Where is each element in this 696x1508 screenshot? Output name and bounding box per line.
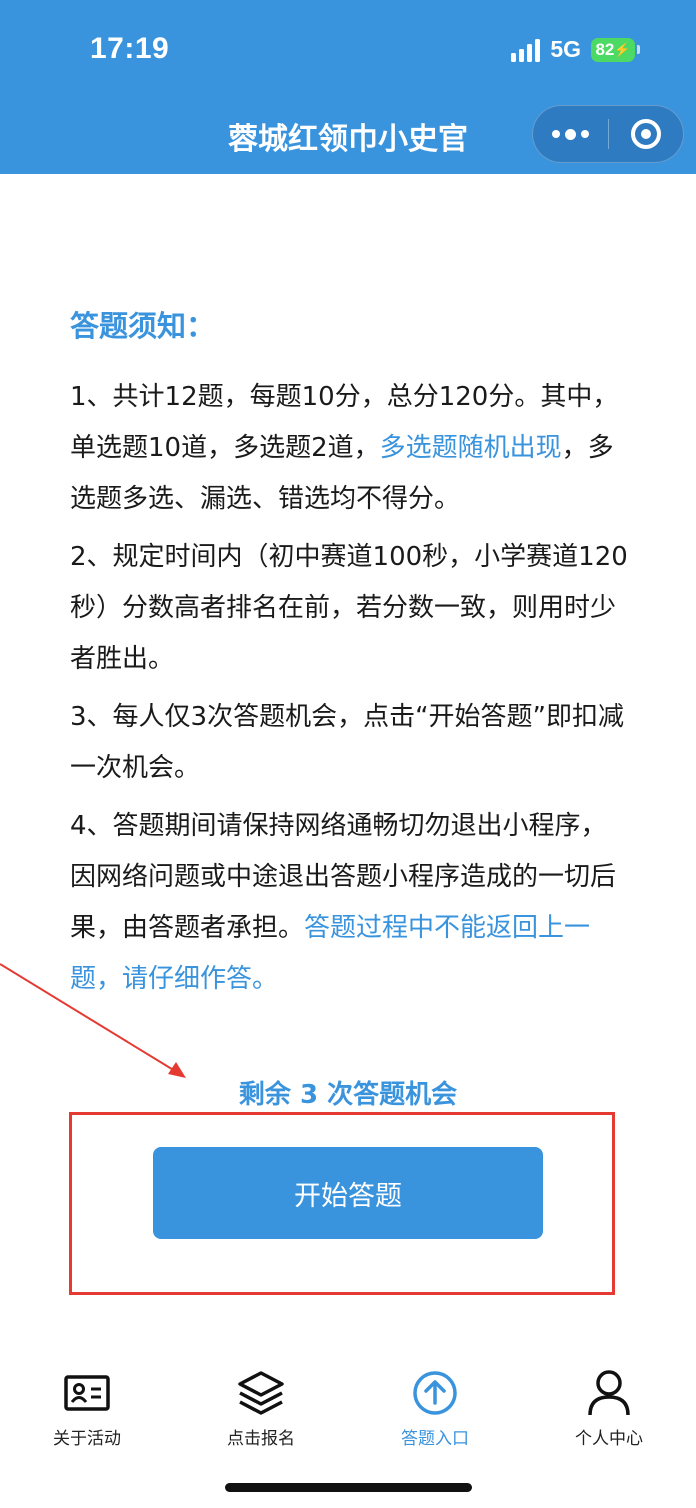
battery-level: 82	[595, 39, 615, 59]
close-button[interactable]	[609, 106, 683, 162]
tab-bar: 关于活动 点击报名 答题入口 个人中心	[0, 1360, 696, 1450]
dot-icon	[581, 130, 589, 138]
rules-list: 1、共计12题，每题10分，总分120分。其中，单选题10道，多选题2道，多选题…	[70, 372, 630, 1012]
battery-icon: 82 ⚡	[591, 37, 640, 62]
tab-quiz-entry[interactable]: 答题入口	[348, 1360, 522, 1450]
tab-label: 关于活动	[53, 1429, 121, 1449]
rule-highlight: 多选题随机出现	[379, 433, 562, 463]
rule-item: 1、共计12题，每题10分，总分120分。其中，单选题10道，多选题2道，多选题…	[70, 382, 619, 514]
id-card-icon	[62, 1368, 112, 1418]
status-indicators: 5G 82 ⚡	[511, 36, 640, 63]
remaining-chances: 剩余 3 次答题机会	[238, 1080, 458, 1110]
person-icon	[584, 1368, 634, 1418]
tab-register[interactable]: 点击报名	[174, 1360, 348, 1450]
dot-icon	[565, 128, 576, 140]
tab-profile[interactable]: 个人中心	[522, 1360, 696, 1450]
rule-item: 3、每人仅3次答题机会，点击“开始答题”即扣减一次机会。	[70, 702, 625, 783]
rule-item: 2、规定时间内（初中赛道100秒，小学赛道120秒）分数高者排名在前，若分数一致…	[70, 542, 628, 674]
annotation-arrow	[0, 963, 186, 1078]
status-time: 17:19	[90, 32, 170, 65]
tab-label: 点击报名	[227, 1429, 295, 1449]
miniprogram-capsule	[532, 105, 684, 163]
target-icon	[631, 119, 661, 149]
dot-icon	[552, 130, 560, 138]
home-indicator	[225, 1483, 472, 1492]
more-button[interactable]	[533, 106, 608, 162]
tab-label: 答题入口	[401, 1429, 469, 1449]
network-type: 5G	[550, 36, 581, 62]
tab-about[interactable]: 关于活动	[0, 1360, 174, 1450]
header: 17:19 5G 82 ⚡ 蓉城红领巾小史官	[0, 0, 696, 174]
start-quiz-button[interactable]: 开始答题	[153, 1147, 543, 1239]
layers-icon	[236, 1368, 286, 1418]
signal-icon	[511, 38, 541, 62]
tab-label: 个人中心	[575, 1429, 643, 1449]
notice-title: 答题须知：	[70, 309, 216, 343]
upload-circle-icon	[410, 1368, 460, 1418]
